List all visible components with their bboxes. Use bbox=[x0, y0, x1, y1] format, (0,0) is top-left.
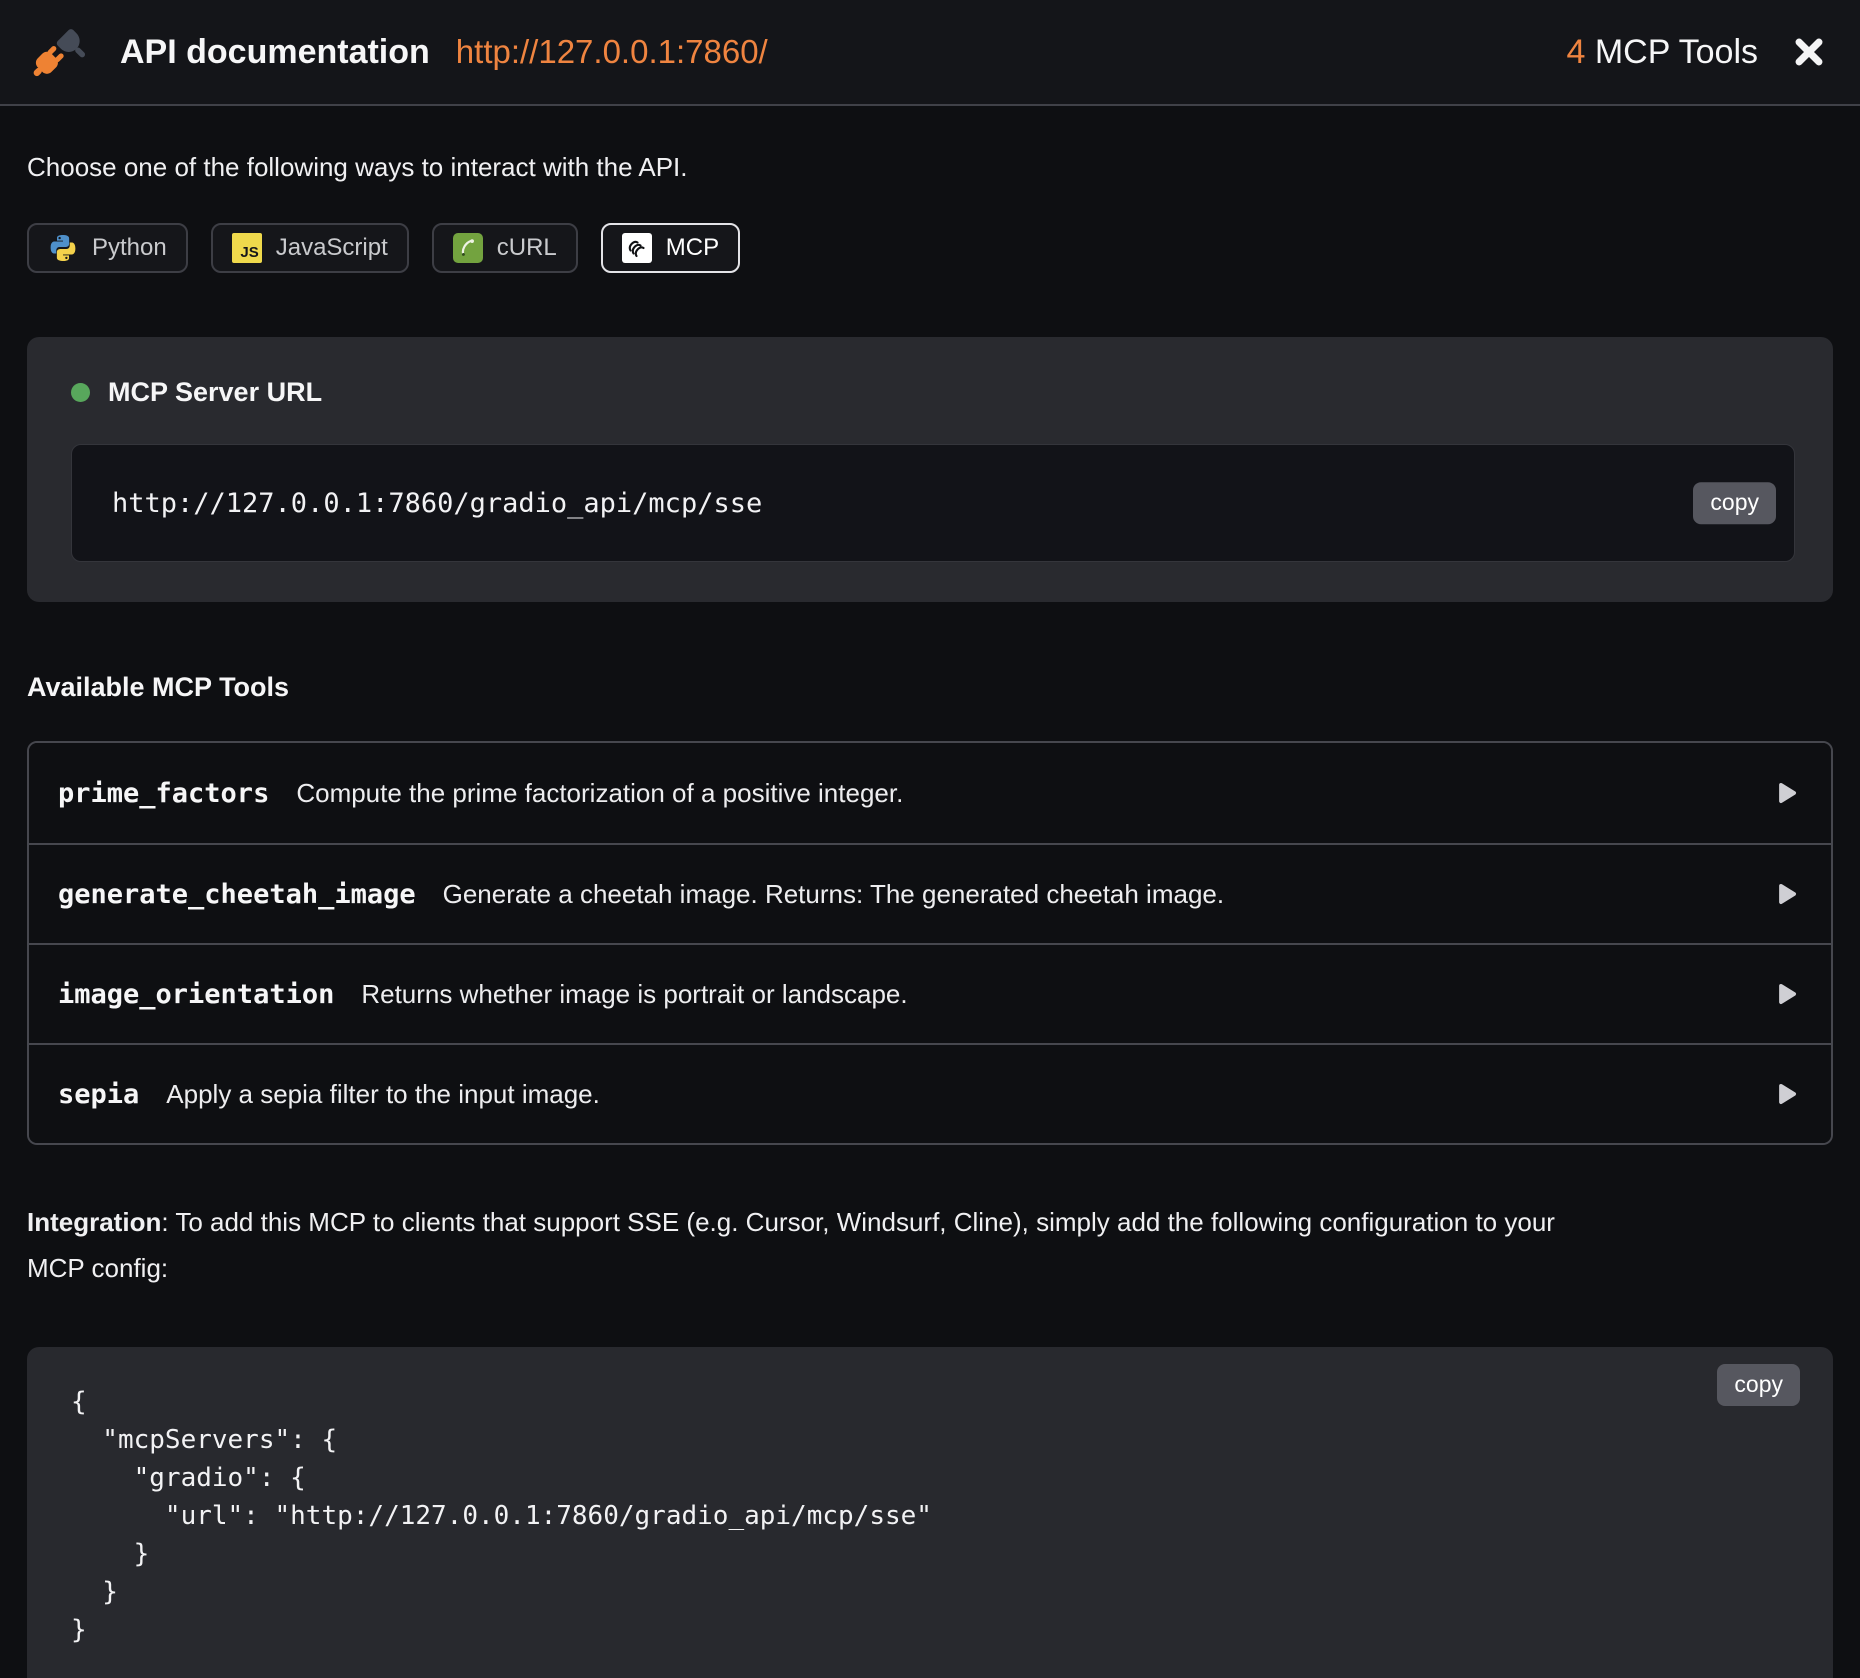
tool-row-generate-cheetah-image[interactable]: generate_cheetah_image Generate a cheeta… bbox=[29, 843, 1831, 943]
tool-description: Returns whether image is portrait or lan… bbox=[361, 979, 907, 1010]
copy-config-button[interactable]: copy bbox=[1717, 1364, 1800, 1406]
tab-javascript-label: JavaScript bbox=[276, 234, 388, 262]
integration-note-text: : To add this MCP to clients that suppor… bbox=[27, 1207, 1555, 1283]
python-icon bbox=[48, 233, 78, 263]
curl-icon bbox=[453, 233, 483, 263]
mcp-tools-count-label: MCP Tools bbox=[1585, 33, 1758, 71]
tab-python[interactable]: Python bbox=[27, 223, 188, 273]
javascript-icon: JS bbox=[232, 233, 262, 263]
tool-row-image-orientation[interactable]: image_orientation Returns whether image … bbox=[29, 943, 1831, 1043]
tab-curl-label: cURL bbox=[497, 234, 557, 262]
page-title: API documentation bbox=[120, 33, 430, 72]
tab-mcp[interactable]: MCP bbox=[601, 223, 740, 273]
mcp-tools-count-number: 4 bbox=[1566, 33, 1585, 71]
tool-description: Generate a cheetah image. Returns: The g… bbox=[443, 879, 1224, 910]
plug-connector-icon bbox=[28, 21, 90, 83]
tool-description: Compute the prime factorization of a pos… bbox=[296, 778, 903, 809]
language-tabs: Python JS JavaScript cURL bbox=[27, 223, 1833, 273]
play-icon bbox=[1771, 979, 1801, 1009]
server-url-codeblock: http://127.0.0.1:7860/gradio_api/mcp/sse… bbox=[71, 444, 1795, 562]
tab-javascript[interactable]: JS JavaScript bbox=[211, 223, 409, 273]
intro-text: Choose one of the following ways to inte… bbox=[27, 152, 1833, 183]
server-url-value: http://127.0.0.1:7860/gradio_api/mcp/sse bbox=[112, 488, 762, 519]
mcp-icon bbox=[622, 233, 652, 263]
play-icon bbox=[1771, 879, 1801, 909]
play-icon bbox=[1771, 1079, 1801, 1109]
tool-name: generate_cheetah_image bbox=[58, 879, 416, 910]
tool-name: prime_factors bbox=[58, 778, 269, 809]
api-docs-page: Choose one of the following ways to inte… bbox=[0, 152, 1860, 1678]
play-icon bbox=[1771, 778, 1801, 808]
integration-note-bold: Integration bbox=[27, 1207, 161, 1237]
mcp-config-codeblock: copy { "mcpServers": { "gradio": { "url"… bbox=[27, 1347, 1833, 1678]
mcp-tools-list: prime_factors Compute the prime factoriz… bbox=[27, 741, 1833, 1145]
server-url-label: MCP Server URL bbox=[108, 377, 322, 408]
mcp-server-panel: MCP Server URL http://127.0.0.1:7860/gra… bbox=[27, 337, 1833, 602]
close-icon[interactable] bbox=[1792, 35, 1826, 69]
tab-python-label: Python bbox=[92, 234, 167, 262]
tool-row-prime-factors[interactable]: prime_factors Compute the prime factoriz… bbox=[29, 743, 1831, 843]
tool-name: sepia bbox=[58, 1079, 139, 1110]
tab-curl[interactable]: cURL bbox=[432, 223, 578, 273]
mcp-tools-count: 4 MCP Tools bbox=[1566, 33, 1758, 72]
server-status-dot bbox=[71, 383, 90, 402]
integration-note: Integration: To add this MCP to clients … bbox=[27, 1199, 1607, 1291]
tool-row-sepia[interactable]: sepia Apply a sepia filter to the input … bbox=[29, 1043, 1831, 1143]
tool-name: image_orientation bbox=[58, 979, 334, 1010]
tab-mcp-label: MCP bbox=[666, 234, 719, 262]
app-url-link[interactable]: http://127.0.0.1:7860/ bbox=[456, 33, 768, 71]
tool-description: Apply a sepia filter to the input image. bbox=[166, 1079, 600, 1110]
tools-section-heading: Available MCP Tools bbox=[27, 672, 1833, 703]
mcp-config-json: { "mcpServers": { "gradio": { "url": "ht… bbox=[71, 1383, 1793, 1649]
header: API documentation http://127.0.0.1:7860/… bbox=[0, 0, 1860, 106]
copy-server-url-button[interactable]: copy bbox=[1693, 482, 1776, 524]
